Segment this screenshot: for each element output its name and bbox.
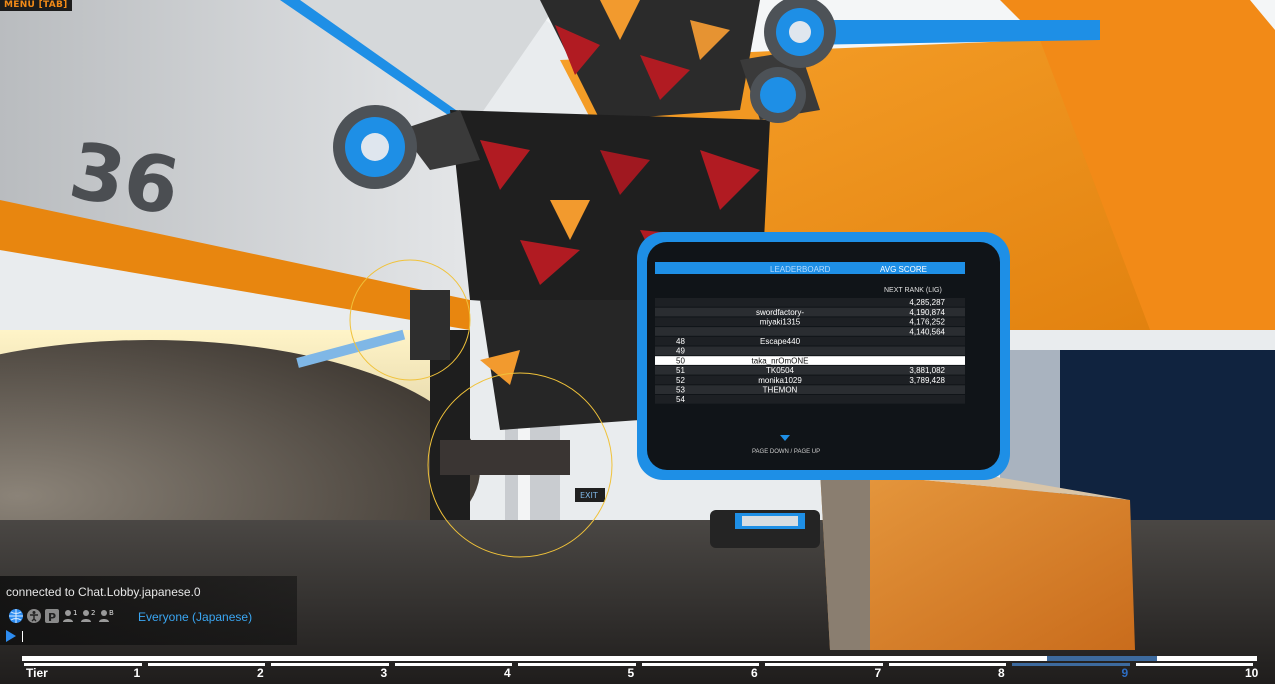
tier-segment bbox=[518, 663, 636, 666]
leaderboard-title: LEADERBOARD bbox=[770, 265, 831, 274]
exit-sign: EXIT bbox=[580, 491, 598, 500]
tier-segment bbox=[1135, 663, 1253, 666]
leaderboard-rank: 53 bbox=[676, 386, 685, 395]
leaderboard-player-name: monika1029 bbox=[758, 376, 802, 385]
chat-filter-icons: P 1 2 B bbox=[8, 608, 114, 624]
leaderboard-rows: 4,285,287 swordfactory- 4,190,874 miyaki131… bbox=[655, 298, 965, 404]
leaderboard-player-name: Escape440 bbox=[760, 337, 801, 346]
leaderboard-player-name: taka_nrOmONE bbox=[752, 356, 809, 365]
leaderboard-rank: 49 bbox=[676, 347, 685, 356]
tier-label-2: 2 bbox=[257, 666, 264, 680]
player-3-icon[interactable]: B bbox=[98, 608, 114, 624]
chat-connection-status: connected to Chat.Lobby.japanese.0 bbox=[6, 585, 201, 599]
player-2-icon[interactable]: 2 bbox=[80, 608, 96, 624]
leaderboard-score: 4,176,252 bbox=[909, 318, 945, 327]
tier-progress-fill bbox=[1047, 656, 1157, 661]
leaderboard-player-name: swordfactory- bbox=[756, 308, 804, 317]
tier-segment bbox=[1012, 663, 1130, 666]
tier-segment bbox=[765, 663, 883, 666]
chat-panel: connected to Chat.Lobby.japanese.0 P 1 2… bbox=[0, 576, 297, 645]
leaderboard-score: 4,140,564 bbox=[909, 327, 945, 336]
tier-label-3: 3 bbox=[380, 666, 388, 680]
leaderboard-row bbox=[655, 336, 965, 346]
leaderboard-rank: 50 bbox=[676, 356, 685, 365]
wall-number: 36 bbox=[63, 126, 186, 233]
leaderboard-rank: 52 bbox=[676, 376, 685, 385]
leaderboard-screen: LEADERBOARD AVG SCORE NEXT RANK (LIG) 4,… bbox=[637, 232, 1010, 480]
tier-bar-label: Tier bbox=[26, 666, 48, 680]
chat-send-arrow-icon bbox=[6, 630, 16, 642]
tier-label-4: 4 bbox=[504, 666, 511, 680]
leaderboard-score: 3,881,082 bbox=[909, 366, 945, 375]
tier-label-8: 8 bbox=[998, 666, 1005, 680]
leaderboard-rank: 48 bbox=[676, 337, 685, 346]
tier-label-7: 7 bbox=[874, 666, 882, 680]
party-icon[interactable]: P bbox=[44, 608, 60, 624]
svg-text:P: P bbox=[48, 611, 56, 624]
leaderboard-row bbox=[655, 395, 965, 404]
leaderboard-player-name: THEMON bbox=[763, 386, 798, 395]
leaderboard-score: 4,190,874 bbox=[909, 308, 945, 317]
leaderboard-row bbox=[655, 356, 965, 365]
menu-tab-button[interactable]: MENU [TAB] bbox=[0, 0, 72, 11]
leaderboard-player-name: TK0504 bbox=[766, 366, 795, 375]
accessibility-icon[interactable] bbox=[26, 608, 42, 624]
tier-label-1: 1 bbox=[133, 666, 141, 680]
leaderboard-rank: 54 bbox=[676, 395, 685, 404]
tier-label-5: 5 bbox=[627, 666, 635, 680]
leaderboard-row bbox=[655, 385, 965, 394]
chat-input[interactable] bbox=[6, 629, 286, 643]
leaderboard-player-name: miyaki1315 bbox=[760, 318, 801, 327]
leaderboard-score: 3,789,428 bbox=[909, 376, 945, 385]
hover-thruster-left bbox=[333, 105, 417, 189]
tier-label-10: 10 bbox=[1245, 666, 1259, 680]
tier-progress-track bbox=[22, 656, 1257, 661]
tier-label-6: 6 bbox=[751, 666, 758, 680]
leaderboard-subheader: NEXT RANK (LIG) bbox=[884, 287, 942, 294]
game-viewport[interactable]: 36 EXIT LEADERBOARD AVG SCORE NEXT RANK … bbox=[0, 0, 1275, 684]
leaderboard-rank: 51 bbox=[676, 366, 685, 375]
tier-segment bbox=[394, 663, 512, 666]
leaderboard-footer: PAGE DOWN / PAGE UP bbox=[752, 449, 820, 455]
chat-input-caret bbox=[22, 630, 23, 642]
tier-label-9: 9 bbox=[1121, 666, 1129, 680]
tier-segment bbox=[24, 663, 142, 666]
tier-segment bbox=[271, 663, 389, 666]
tier-segment bbox=[641, 663, 759, 666]
tier-segment bbox=[888, 663, 1006, 666]
globe-icon[interactable] bbox=[8, 608, 24, 624]
svg-text:1: 1 bbox=[73, 609, 77, 617]
chat-channel-selector[interactable]: Everyone (Japanese) bbox=[138, 610, 252, 624]
leaderboard-score: 4,285,287 bbox=[909, 298, 945, 307]
tier-progress-bar: Tier 1 2 3 4 5 6 7 8 9 10 bbox=[22, 656, 1259, 684]
svg-text:B: B bbox=[109, 609, 114, 617]
leaderboard-row bbox=[655, 346, 965, 356]
svg-text:2: 2 bbox=[91, 609, 95, 617]
leaderboard-column-score: AVG SCORE bbox=[880, 265, 927, 274]
player-1-icon[interactable]: 1 bbox=[62, 608, 78, 624]
tier-segment bbox=[147, 663, 265, 666]
